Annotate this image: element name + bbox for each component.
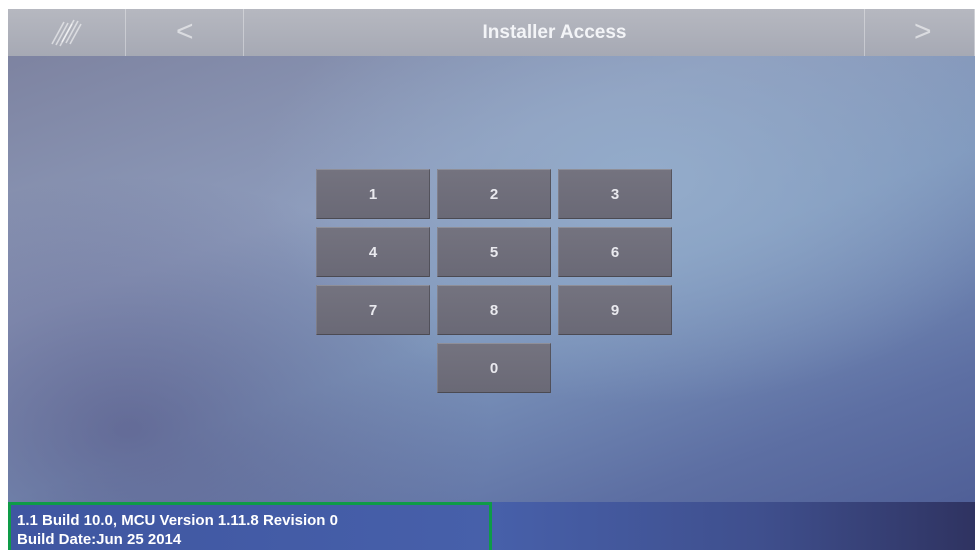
top-bar: < Installer Access > (8, 9, 975, 56)
forward-button[interactable]: > (865, 9, 975, 56)
version-text: 1.1 Build 10.0, MCU Version 1.11.8 Revis… (17, 512, 338, 529)
key-8[interactable]: 8 (437, 285, 551, 335)
key-9[interactable]: 9 (558, 285, 672, 335)
key-4[interactable]: 4 (316, 227, 430, 277)
key-3[interactable]: 3 (558, 169, 672, 219)
logo-button[interactable] (8, 9, 126, 56)
key-7[interactable]: 7 (316, 285, 430, 335)
back-button[interactable]: < (126, 9, 244, 56)
version-info-highlight: 1.1 Build 10.0, MCU Version 1.11.8 Revis… (8, 502, 492, 550)
key-0[interactable]: 0 (437, 343, 551, 393)
chevron-right-icon: > (914, 15, 932, 48)
key-5[interactable]: 5 (437, 227, 551, 277)
build-date-text: Build Date:Jun 25 2014 (17, 531, 182, 548)
key-6[interactable]: 6 (558, 227, 672, 277)
installer-keypad: 1 2 3 4 5 6 7 8 9 0 (316, 169, 676, 399)
title-area: Installer Access (244, 9, 865, 56)
page-title: Installer Access (482, 22, 627, 43)
key-1[interactable]: 1 (316, 169, 430, 219)
chevron-left-icon: < (176, 15, 194, 48)
key-2[interactable]: 2 (437, 169, 551, 219)
screen: < Installer Access > 1 2 3 4 5 6 7 8 9 0… (8, 9, 975, 550)
brand-logo-icon (51, 19, 82, 47)
